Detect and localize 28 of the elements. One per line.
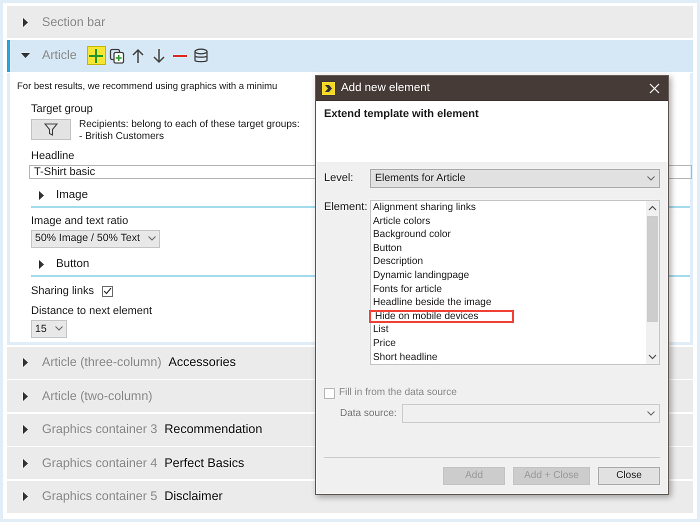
dropdown-value: 50% Image / 50% Text: [35, 232, 140, 246]
dropdown-value: Elements for Article: [375, 172, 466, 185]
field-label: Element:: [324, 201, 368, 214]
section-name: Disclaimer: [164, 489, 223, 504]
section-type: Section bar: [42, 14, 106, 30]
target-group-text: - British Customers: [79, 130, 164, 143]
target-group-text: Recipients: belong to each of these target groups:: [79, 118, 300, 131]
checkbox-label: Fill in from the data source: [339, 387, 457, 400]
field-label: Data source:: [339, 408, 398, 420]
section-type: Graphics container 4: [42, 456, 158, 471]
section-type: Article (two-column): [42, 388, 152, 404]
hint-text: For best results, we recommend using graphics with a minimu: [17, 80, 278, 94]
section-name: Recommendation: [164, 422, 262, 438]
field-label: Level:: [324, 172, 354, 186]
section-type: Article (three-column): [42, 355, 162, 370]
section-type: Article: [42, 48, 77, 63]
field-label: Headline: [31, 150, 74, 163]
field-label: Sharing links: [31, 284, 94, 298]
field-label: Target group: [31, 103, 93, 117]
dropdown-value: 15: [35, 322, 47, 336]
section-type: Graphics container 5: [42, 489, 158, 504]
field-label: Image and text ratio: [31, 214, 128, 228]
field-label: Distance to next element: [31, 304, 152, 318]
dialog-heading: Extend template with element: [324, 108, 479, 122]
section-type: Graphics container 3: [42, 422, 158, 438]
dialog-title: Add new element: [341, 82, 431, 96]
section-name: Perfect Basics: [164, 456, 244, 471]
section-name: Accessories: [168, 355, 236, 370]
